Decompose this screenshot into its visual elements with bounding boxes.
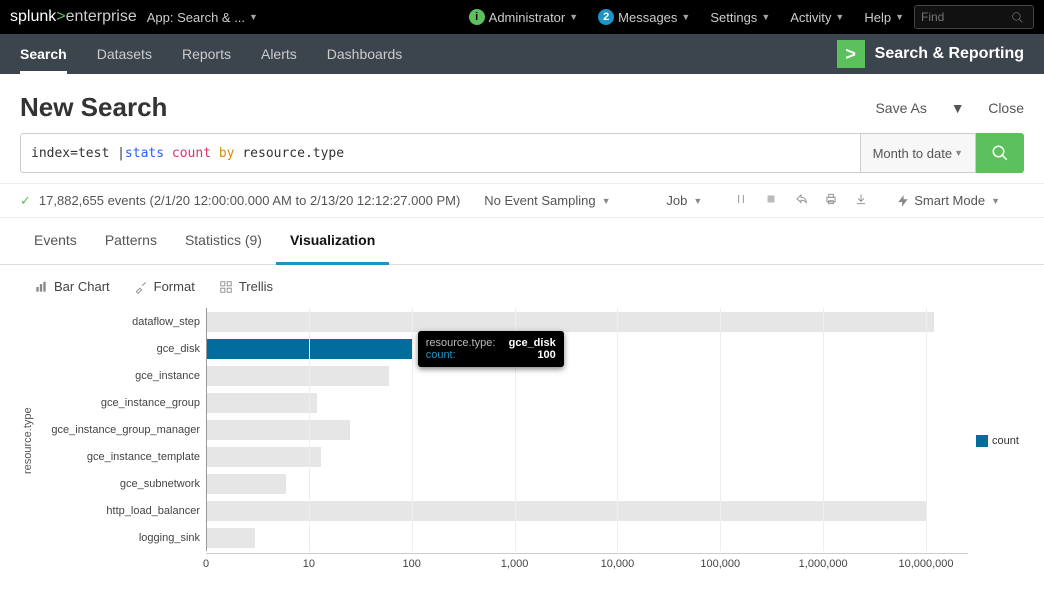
x-tick: 10,000,000 — [898, 558, 953, 570]
category-label: gce_instance_group_manager — [36, 416, 206, 443]
administrator-menu[interactable]: i Administrator▼ — [469, 9, 579, 25]
bar[interactable] — [206, 420, 350, 440]
chart-area: resource.type dataflow_stepgce_diskgce_i… — [0, 308, 1044, 583]
help-menu[interactable]: Help▼ — [864, 10, 904, 25]
tab-patterns[interactable]: Patterns — [91, 218, 171, 264]
category-label: gce_instance — [36, 362, 206, 389]
activity-menu[interactable]: Activity▼ — [790, 10, 844, 25]
nav-alerts[interactable]: Alerts — [261, 46, 297, 62]
tab-statistics[interactable]: Statistics (9) — [171, 218, 276, 264]
global-topbar: splunk>enterprise App: Search & ...▼ i A… — [0, 0, 1044, 34]
settings-menu[interactable]: Settings▼ — [710, 10, 770, 25]
category-label: dataflow_step — [36, 308, 206, 335]
legend-swatch — [976, 435, 988, 447]
page-title: New Search — [20, 92, 167, 123]
chart-plot[interactable]: resource.type:gce_diskcount:100 — [206, 308, 968, 551]
format-button[interactable]: Format — [134, 279, 195, 294]
print-button[interactable] — [824, 192, 838, 209]
viz-toolbar: Bar Chart Format Trellis — [0, 265, 1044, 308]
brush-icon — [134, 280, 148, 294]
nav-search[interactable]: Search — [20, 46, 67, 74]
time-range-picker[interactable]: Month to date▼ — [861, 133, 976, 173]
product-logo: splunk>enterprise — [10, 8, 137, 26]
trellis-button[interactable]: Trellis — [219, 279, 273, 294]
x-tick: 0 — [203, 558, 209, 570]
tab-visualization[interactable]: Visualization — [276, 218, 389, 265]
event-count: ✓17,882,655 events (2/1/20 12:00:00.000 … — [20, 193, 460, 209]
search-icon — [991, 144, 1009, 162]
category-label: gce_instance_group — [36, 389, 206, 416]
search-icon — [1011, 11, 1024, 24]
result-tabs: Events Patterns Statistics (9) Visualiza… — [0, 218, 1044, 265]
chart-legend: count — [968, 308, 1024, 573]
bar[interactable] — [206, 393, 317, 413]
tab-events[interactable]: Events — [20, 218, 91, 264]
app-name: Search & Reporting — [875, 45, 1024, 63]
job-status-bar: ✓17,882,655 events (2/1/20 12:00:00.000 … — [0, 183, 1044, 218]
export-button[interactable] — [854, 192, 868, 209]
x-tick: 1,000 — [501, 558, 529, 570]
messages-menu[interactable]: 2 Messages▼ — [598, 9, 690, 25]
chart-type-picker[interactable]: Bar Chart — [34, 279, 110, 294]
category-label: gce_instance_template — [36, 443, 206, 470]
save-as-button[interactable]: Save As ▼ — [855, 100, 964, 116]
nav-dashboards[interactable]: Dashboards — [327, 46, 403, 62]
search-input[interactable]: index=test | stats count by resource.typ… — [20, 133, 861, 173]
bar[interactable] — [206, 447, 321, 467]
x-tick: 100,000 — [700, 558, 740, 570]
x-tick: 100 — [403, 558, 421, 570]
bar-chart-icon — [34, 280, 48, 294]
x-tick: 1,000,000 — [799, 558, 848, 570]
x-tick: 10 — [303, 558, 315, 570]
category-label: logging_sink — [36, 524, 206, 551]
bar[interactable] — [206, 366, 389, 386]
nav-datasets[interactable]: Datasets — [97, 46, 152, 62]
run-search-button[interactable] — [976, 133, 1024, 173]
job-menu[interactable]: Job▼ — [666, 193, 702, 208]
nav-reports[interactable]: Reports — [182, 46, 231, 62]
global-find-input[interactable] — [914, 5, 1034, 29]
x-tick: 10,000 — [601, 558, 635, 570]
info-icon: i — [469, 9, 485, 25]
y-axis-categories: dataflow_stepgce_diskgce_instancegce_ins… — [36, 308, 206, 573]
app-icon: > — [837, 40, 865, 68]
category-label: gce_subnetwork — [36, 470, 206, 497]
stop-button[interactable] — [764, 192, 778, 209]
bar[interactable] — [206, 474, 286, 494]
legend-label: count — [992, 435, 1019, 447]
grid-icon — [219, 280, 233, 294]
app-navbar: Search Datasets Reports Alerts Dashboard… — [0, 34, 1044, 74]
messages-count-badge: 2 — [598, 9, 614, 25]
x-axis: 0 10 100 1,000 10,000 100,000 1,000,000 10,000,… — [206, 553, 968, 573]
bar[interactable] — [206, 528, 255, 548]
y-axis-label: resource.type — [20, 308, 36, 573]
close-button[interactable]: Close — [988, 100, 1024, 116]
app-selector[interactable]: App: Search & ...▼ — [147, 10, 258, 25]
page-header: New Search Save As ▼ Close — [0, 74, 1044, 133]
search-bar: index=test | stats count by resource.typ… — [0, 133, 1044, 183]
bolt-icon — [896, 194, 910, 208]
category-label: http_load_balancer — [36, 497, 206, 524]
sampling-menu[interactable]: No Event Sampling▼ — [484, 193, 610, 208]
bar[interactable] — [206, 501, 926, 521]
category-label: gce_disk — [36, 335, 206, 362]
bar[interactable] — [206, 312, 934, 332]
chart-tooltip: resource.type:gce_diskcount:100 — [418, 331, 564, 367]
share-button[interactable] — [794, 192, 808, 209]
search-mode-menu[interactable]: Smart Mode▼ — [896, 193, 1000, 208]
pause-button[interactable] — [734, 192, 748, 209]
